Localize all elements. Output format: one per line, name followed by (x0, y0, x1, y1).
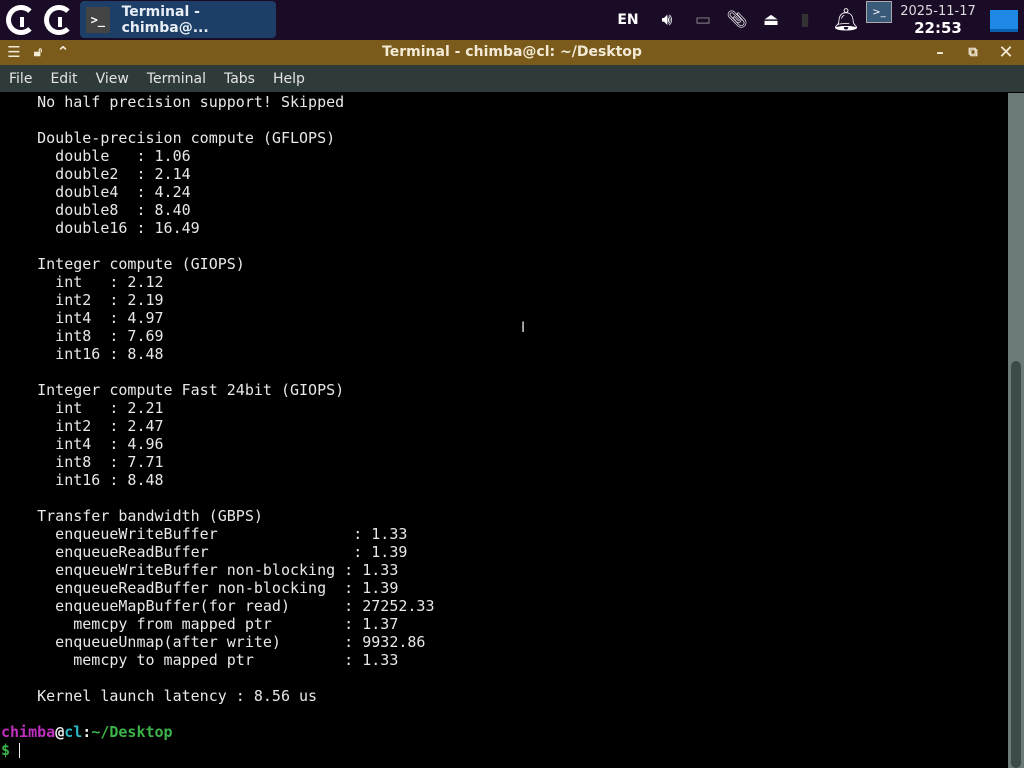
scrollbar[interactable] (1008, 93, 1024, 768)
output-line: enqueueUnmap(after write) : 9932.86 (1, 633, 426, 651)
prompt-host: cl (64, 723, 83, 741)
output-line: double2 : 2.14 (1, 165, 191, 183)
output-line: Integer compute Fast 24bit (GIOPS) (1, 381, 345, 399)
maximize-button[interactable]: ⧉ (962, 42, 984, 62)
menu-help[interactable]: Help (264, 71, 314, 87)
terminal-icon: >_ (86, 6, 110, 33)
clock-date: 2025-11-17 (900, 4, 976, 19)
output-line: int2 : 2.47 (1, 417, 164, 435)
output-line: int4 : 4.97 (1, 309, 164, 327)
prompt-colon: : (82, 723, 92, 741)
menu-tabs[interactable]: Tabs (215, 71, 264, 87)
eject-icon[interactable]: ⏏ (758, 0, 784, 40)
app-menu-logo-icon[interactable] (6, 5, 36, 35)
taskbar-label: Terminal - chimba@... (121, 3, 209, 36)
top-panel: >_ Terminal - chimba@... EN 🔊︎ ▭ 📎︎ ⏏ ▮ … (0, 0, 1024, 40)
clipboard-paperclip-icon[interactable]: 📎︎ (724, 0, 750, 40)
window-title: Terminal - chimba@cl: ~/Desktop (382, 44, 642, 60)
output-line: Kernel launch latency : 8.56 us (1, 687, 318, 705)
output-line: enqueueMapBuffer(for read) : 27252.33 (1, 597, 435, 615)
notification-bell-icon[interactable]: 🔔︎ (830, 0, 862, 40)
mouse-ibeam-cursor-icon: I (521, 320, 526, 336)
output-line: int16 : 8.48 (1, 345, 164, 363)
output-line: double : 1.06 (1, 147, 191, 165)
output-line: enqueueWriteBuffer non-blocking : 1.33 (1, 561, 399, 579)
menu-terminal[interactable]: Terminal (138, 71, 215, 87)
prompt-at: @ (55, 723, 65, 741)
output-line: Transfer bandwidth (GBPS) (1, 507, 263, 525)
output-line: int8 : 7.71 (1, 453, 164, 471)
menu-file[interactable]: File (0, 71, 41, 87)
output-line: enqueueWriteBuffer : 1.33 (1, 525, 408, 543)
menu-bar: File Edit View Terminal Tabs Help (0, 65, 1024, 92)
clock-time: 22:53 (914, 19, 962, 37)
prompt-symbol: $ (1, 741, 11, 759)
launcher-logo-icon[interactable] (44, 5, 74, 35)
output-line: int16 : 8.48 (1, 471, 164, 489)
prompt-path: ~/Desktop (91, 723, 173, 741)
prompt-line: chimba@cl:~/Desktop (1, 723, 1008, 741)
output-line: double16 : 16.49 (1, 219, 200, 237)
taskbar-terminal-button[interactable]: >_ Terminal - chimba@... (80, 1, 276, 38)
output-line: memcpy from mapped ptr : 1.37 (1, 615, 399, 633)
output-line: Double-precision compute (GFLOPS) (1, 129, 336, 147)
terminal-output[interactable]: No half precision support! Skipped Doubl… (0, 93, 1008, 768)
window-titlebar[interactable]: ☰ 🔓︎ ⌃ Terminal - chimba@cl: ~/Desktop –… (0, 40, 1024, 65)
output-line: int : 2.21 (1, 399, 164, 417)
output-line: memcpy to mapped ptr : 1.33 (1, 651, 399, 669)
text-cursor (19, 743, 21, 758)
keyboard-layout[interactable]: EN (612, 0, 644, 40)
scrollbar-thumb[interactable] (1011, 361, 1021, 768)
minimize-button[interactable]: – (929, 42, 951, 62)
menu-view[interactable]: View (87, 71, 138, 87)
show-desktop-icon[interactable] (990, 10, 1018, 32)
output-line: Integer compute (GIOPS) (1, 255, 245, 273)
output-line: int2 : 2.19 (1, 291, 164, 309)
volume-icon[interactable]: 🔊︎ (652, 0, 682, 40)
terminal-tray-icon[interactable]: >_ (866, 1, 892, 23)
output-line: double8 : 8.40 (1, 201, 191, 219)
output-line: double4 : 4.24 (1, 183, 191, 201)
battery-icon[interactable]: ▮ (794, 0, 816, 40)
close-button[interactable]: ✕ (995, 42, 1017, 63)
output-line: int8 : 7.69 (1, 327, 164, 345)
output-line: int : 2.12 (1, 273, 164, 291)
network-disconnected-icon[interactable]: ▭ (690, 0, 716, 40)
output-line: enqueueReadBuffer non-blocking : 1.39 (1, 579, 399, 597)
menu-edit[interactable]: Edit (41, 71, 86, 87)
output-line: int4 : 4.96 (1, 435, 164, 453)
prompt-user: chimba (1, 723, 56, 741)
input-line[interactable]: $ (1, 741, 1008, 759)
output-line: enqueueReadBuffer : 1.39 (1, 543, 408, 561)
output-line: No half precision support! Skipped (1, 93, 345, 111)
clock[interactable]: 2025-11-17 22:53 (900, 4, 976, 37)
